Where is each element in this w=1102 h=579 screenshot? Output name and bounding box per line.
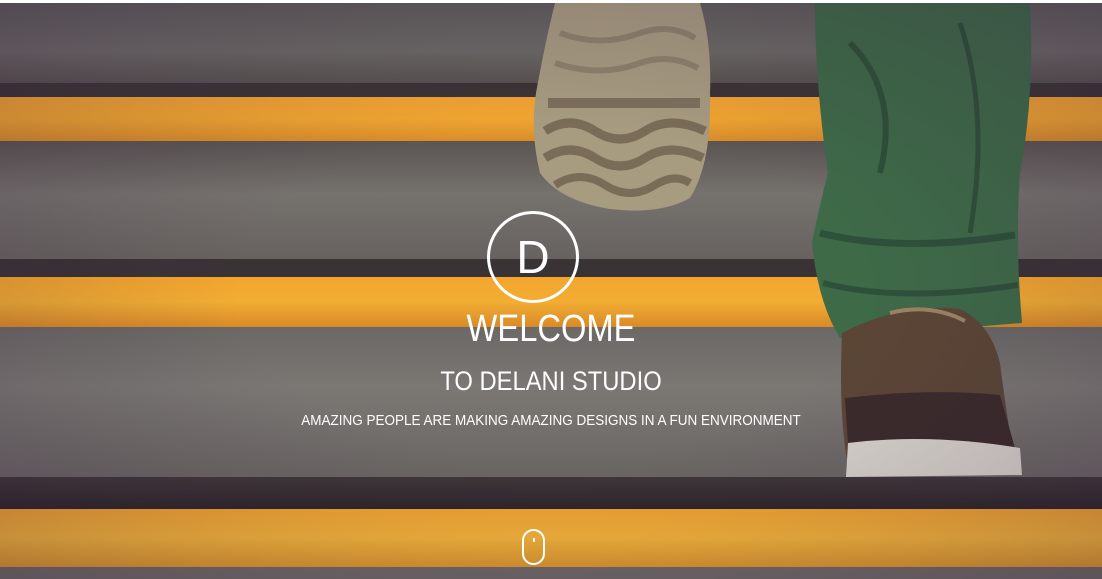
studio-logo: D — [487, 211, 579, 303]
mouse-scroll-icon[interactable] — [522, 529, 545, 565]
hero-subtitle: TO DELANI STUDIO — [440, 366, 662, 396]
hero-content: D WELCOME TO DELANI STUDIO AMAZING PEOPL… — [0, 3, 1102, 579]
mouse-wheel-indicator — [533, 538, 535, 542]
hero-section: D WELCOME TO DELANI STUDIO AMAZING PEOPL… — [0, 3, 1102, 579]
hero-tagline: AMAZING PEOPLE ARE MAKING AMAZING DESIGN… — [301, 412, 801, 429]
logo-letter: D — [516, 231, 550, 283]
hero-title: WELCOME — [466, 308, 636, 350]
